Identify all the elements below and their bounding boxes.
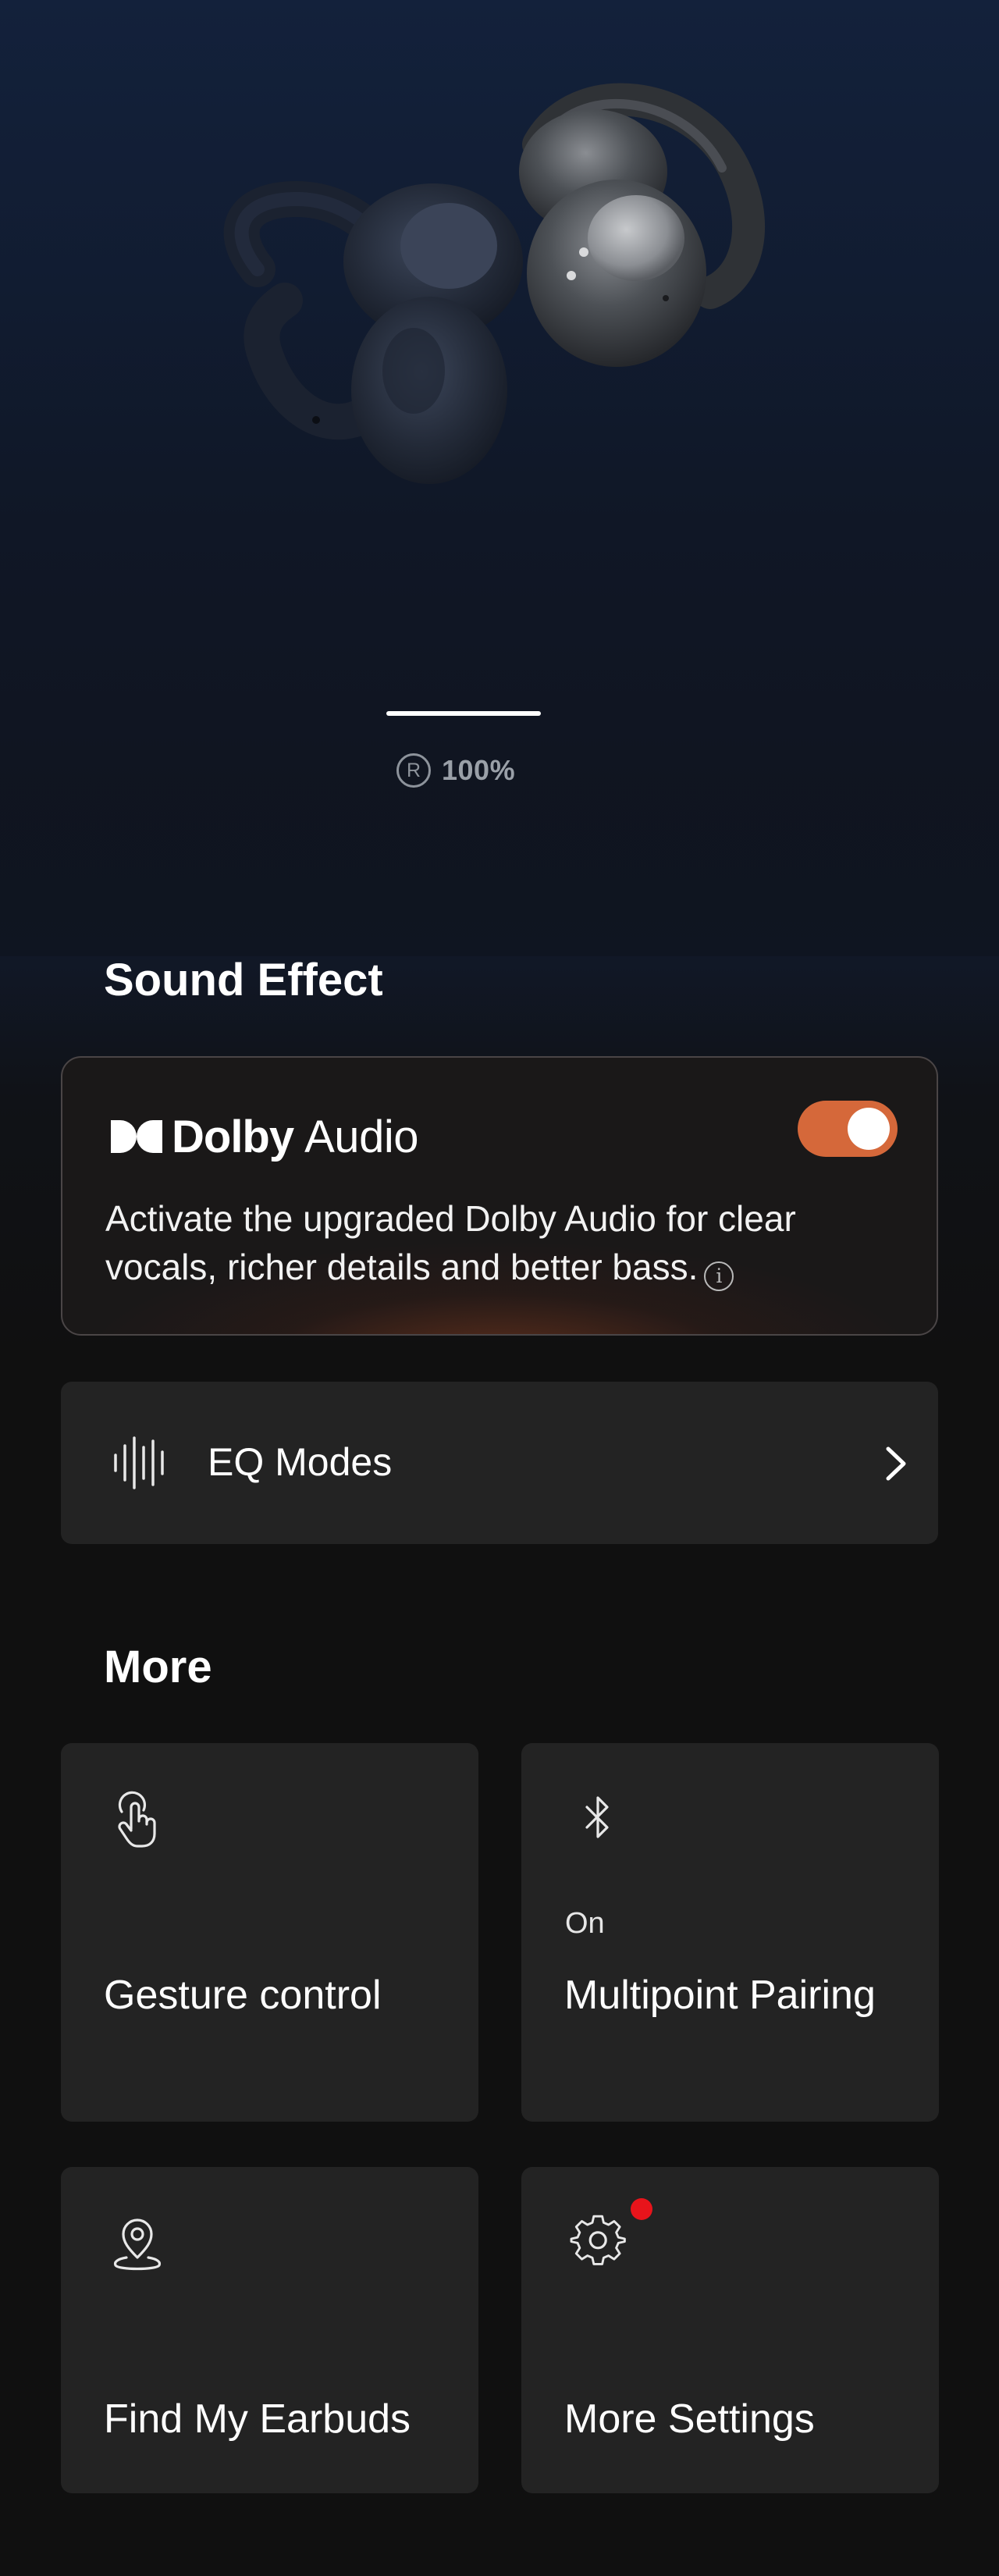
eq-modes-row[interactable]: EQ Modes — [61, 1382, 938, 1544]
find-my-earbuds-label: Find My Earbuds — [104, 2396, 411, 2442]
dolby-brand: Dolby — [172, 1111, 294, 1162]
gesture-control-tile[interactable]: Gesture control — [61, 1743, 478, 2122]
location-pin-icon — [113, 2218, 162, 2271]
notification-dot — [631, 2198, 652, 2220]
battery-percent: 100% — [442, 754, 516, 786]
dolby-double-d-icon — [109, 1119, 164, 1155]
more-title: More — [104, 1642, 212, 1692]
multipoint-pairing-label: Multipoint Pairing — [564, 1973, 876, 2018]
carousel-indicator — [386, 711, 541, 716]
multipoint-status: On — [565, 1907, 605, 1940]
info-icon[interactable]: i — [704, 1261, 734, 1291]
multipoint-pairing-tile[interactable]: On Multipoint Pairing — [521, 1743, 939, 2122]
touch-gesture-icon — [118, 1791, 156, 1848]
bluetooth-icon — [585, 1796, 609, 1838]
dolby-description: Activate the upgraded Dolby Audio for cl… — [105, 1194, 886, 1291]
toggle-knob — [848, 1108, 890, 1150]
dolby-toggle[interactable] — [798, 1101, 898, 1157]
eq-modes-label: EQ Modes — [208, 1440, 393, 1484]
dolby-audio-card: Dolby Audio Activate the upgraded Dolby … — [61, 1056, 938, 1336]
dolby-audio-logo: Dolby Audio — [109, 1109, 418, 1164]
earbuds-product-image — [223, 83, 765, 484]
gesture-control-label: Gesture control — [104, 1973, 382, 2018]
more-settings-tile[interactable]: More Settings — [521, 2167, 939, 2493]
gear-icon — [570, 2215, 626, 2265]
chevron-right-icon — [886, 1446, 906, 1481]
audio-brand: Audio — [304, 1111, 418, 1162]
find-my-earbuds-tile[interactable]: Find My Earbuds — [61, 2167, 478, 2493]
waveform-icon — [114, 1436, 164, 1489]
dolby-description-text: Activate the upgraded Dolby Audio for cl… — [105, 1198, 796, 1287]
more-settings-label: More Settings — [564, 2396, 815, 2442]
hero-gradient — [0, 660, 999, 956]
right-earbud-icon: R — [396, 753, 431, 788]
sound-effect-title: Sound Effect — [104, 955, 383, 1005]
battery-status: R 100% — [396, 751, 515, 790]
